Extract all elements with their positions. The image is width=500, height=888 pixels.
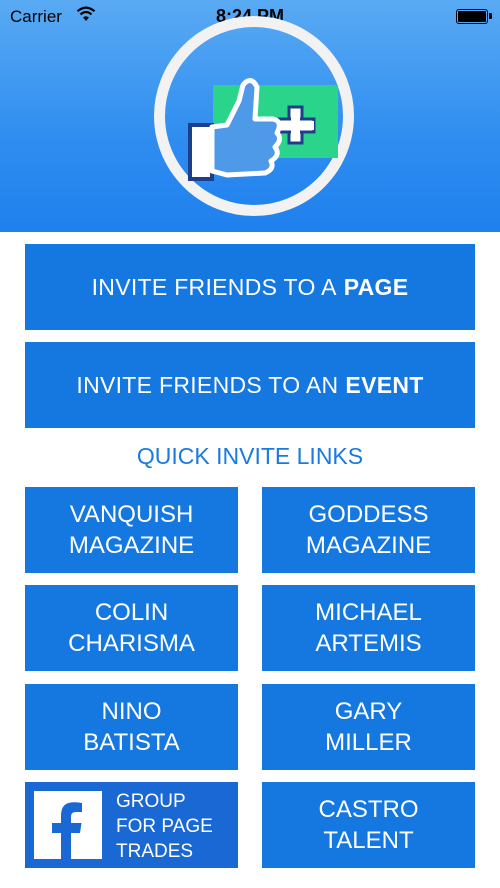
invite-page-emphasis: PAGE — [343, 273, 409, 300]
quick-link-line: VANQUISH — [69, 501, 194, 528]
quick-link-line: MICHAEL — [315, 599, 422, 626]
quick-link-line: GROUP — [116, 791, 186, 812]
thumbs-up-plus-icon — [188, 78, 338, 181]
quick-link-line: TRADES — [116, 841, 194, 862]
invite-event-emphasis: EVENT — [345, 371, 424, 398]
quick-link-line: GARY — [334, 698, 403, 725]
quick-link-line: BATISTA — [83, 729, 180, 756]
quick-link-line: COLIN — [94, 599, 169, 626]
invite-event-label: INVITE FRIENDS TO AN — [76, 371, 339, 398]
quick-link-line: MAGAZINE — [68, 532, 195, 559]
quick-link-line: NINO — [101, 698, 162, 725]
invite-page-label: INVITE FRIENDS TO A — [91, 273, 337, 300]
quick-link-castro-talent[interactable]: CASTRO TALENT — [262, 782, 475, 868]
quick-link-line: MAGAZINE — [305, 532, 432, 559]
quick-link-facebook-group[interactable]: GROUP FOR PAGE TRADES — [25, 782, 238, 868]
invite-to-page-button[interactable]: INVITE FRIENDS TO A PAGE — [25, 244, 475, 330]
quick-link-gary-miller[interactable]: GARY MILLER — [262, 684, 475, 770]
quick-link-line: CASTRO — [318, 796, 419, 823]
facebook-group-label: GROUP FOR PAGE TRADES — [116, 789, 236, 864]
quick-link-line: CHARISMA — [68, 630, 195, 657]
quick-invite-title: QUICK INVITE LINKS — [136, 443, 364, 469]
quick-link-vanquish-magazine[interactable]: VANQUISH MAGAZINE — [25, 487, 238, 573]
invite-to-event-button[interactable]: INVITE FRIENDS TO AN EVENT — [25, 342, 475, 428]
quick-link-nino-batista[interactable]: NINO BATISTA — [25, 684, 238, 770]
quick-link-michael-artemis[interactable]: MICHAEL ARTEMIS — [262, 585, 475, 671]
quick-link-line: TALENT — [323, 827, 414, 854]
quick-link-colin-charisma[interactable]: COLIN CHARISMA — [25, 585, 238, 671]
facebook-icon — [34, 791, 102, 859]
battery-icon — [456, 9, 492, 24]
quick-link-line: GODDESS — [308, 501, 429, 528]
quick-link-goddess-magazine[interactable]: GODDESS MAGAZINE — [262, 487, 475, 573]
quick-link-line: ARTEMIS — [315, 630, 422, 657]
quick-link-line: FOR PAGE — [116, 816, 213, 837]
quick-link-line: MILLER — [325, 729, 412, 756]
app-header: Carrier 8:24 PM — [0, 0, 500, 232]
app-logo — [154, 16, 354, 216]
